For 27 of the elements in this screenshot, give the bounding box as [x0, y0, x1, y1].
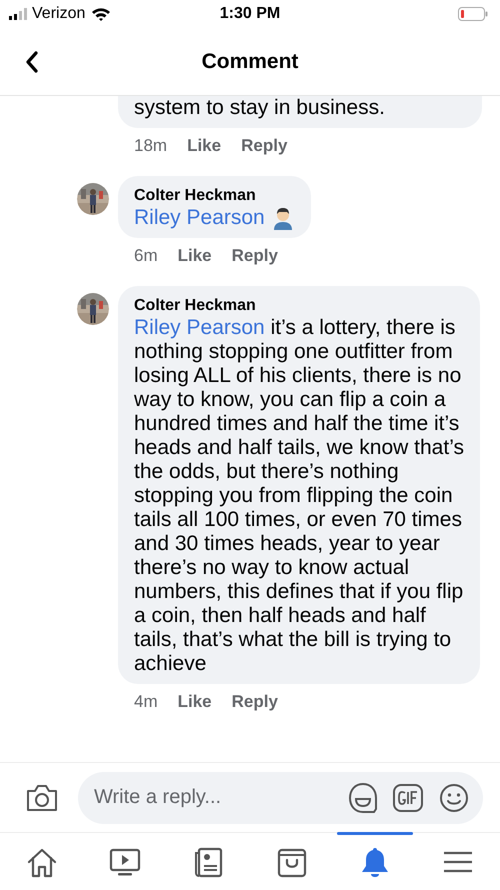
comment-time: 4m: [134, 691, 158, 714]
comment-action-link[interactable]: Reply: [232, 689, 278, 715]
comment-action-link[interactable]: Like: [178, 243, 212, 269]
page-title: Comment: [202, 48, 298, 75]
comment-text: system to stay in business.: [134, 96, 386, 120]
mention-link[interactable]: Riley Pearson: [134, 206, 265, 229]
comment-action-link[interactable]: Like: [187, 133, 222, 159]
comment-action-link[interactable]: Like: [178, 689, 212, 715]
author-name[interactable]: Colter Heckman: [134, 186, 295, 206]
clock-time: 1:30 PM: [220, 4, 280, 24]
signal-icon: [9, 8, 27, 20]
author-name[interactable]: Colter Heckman: [134, 296, 464, 316]
camera-icon[interactable]: [25, 782, 59, 812]
wifi-icon: [91, 7, 112, 21]
emoji-icon[interactable]: [439, 782, 469, 812]
mention-link[interactable]: Riley Pearson: [134, 316, 265, 339]
battery-icon: [458, 7, 488, 21]
sticker-icon[interactable]: [347, 782, 379, 814]
carrier-name: Verizon: [32, 4, 86, 24]
comment-action-link[interactable]: Reply: [232, 243, 278, 269]
comment-time: 6m: [134, 245, 158, 268]
back-icon: [25, 50, 39, 72]
comment-text: Riley Pearson it’s a lottery, there is nothing stopping one outfitter from losing ALL of his clients, there is no way to know, you can flip a coin a hundred times and half the time it’s heads and half tails, we know that’s the odds, but there’s nothing stopping you from flipping the coin tails all 100 times, or even 70 times and 30 times heads, year to year there’s no way to know actual numbers, this defines that if you flip a coin, then half heads and half tails, that’s what the bill is trying to achieve: [134, 316, 464, 676]
gif-icon[interactable]: [392, 782, 424, 814]
comment-time: 18m: [134, 135, 168, 158]
comment-action-link[interactable]: Reply: [241, 133, 288, 159]
reply-field[interactable]: Write a reply...: [78, 772, 483, 824]
